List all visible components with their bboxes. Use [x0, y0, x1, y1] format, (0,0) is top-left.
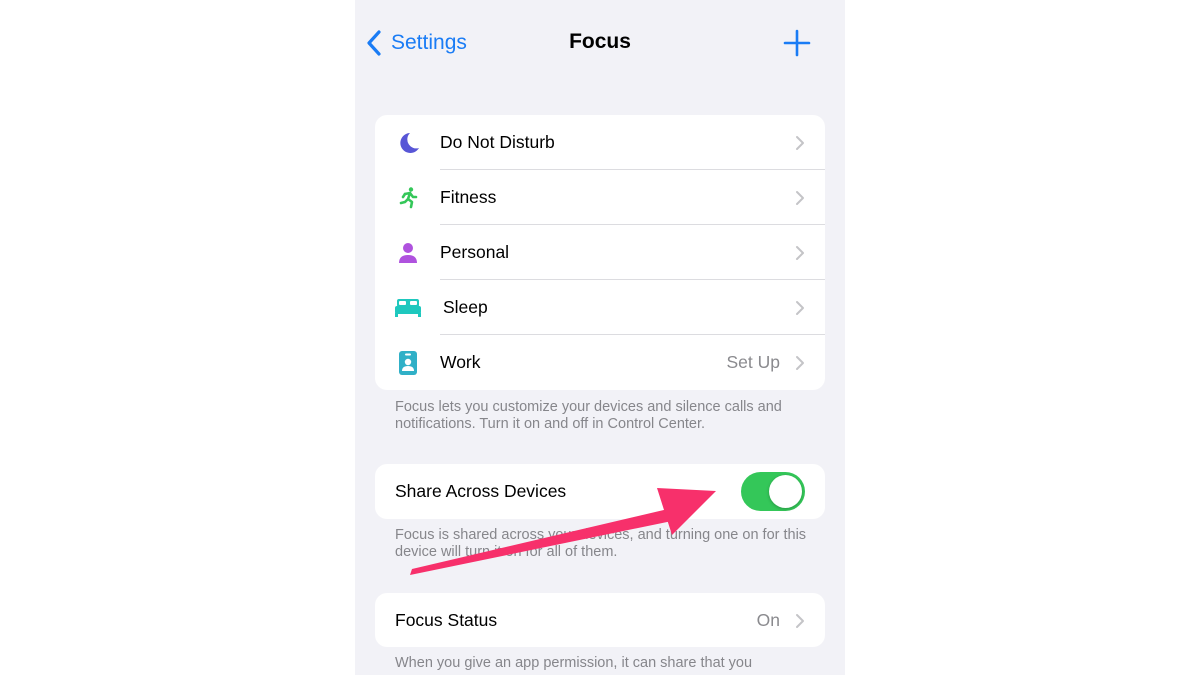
- list-item-label: Work: [440, 352, 481, 372]
- list-item-fitness[interactable]: Fitness: [375, 170, 825, 225]
- running-figure-icon: [395, 185, 421, 211]
- focus-modes-list: Do Not Disturb Fitness Personal Sleep Wo…: [375, 115, 825, 390]
- focus-status-value: On: [756, 610, 780, 630]
- chevron-right-icon: [796, 191, 804, 205]
- focus-status-description: When you give an app permission, it can …: [395, 655, 753, 671]
- focus-status-row[interactable]: Focus Status On: [375, 593, 825, 647]
- share-across-devices-group: Share Across Devices: [375, 464, 825, 519]
- focus-status-label: Focus Status: [395, 610, 498, 630]
- chevron-right-icon: [796, 614, 804, 628]
- focus-description: Focus lets you customize your devices an…: [395, 399, 782, 432]
- bed-icon: [393, 295, 423, 321]
- share-across-devices-row: Share Across Devices: [375, 464, 825, 519]
- list-item-work[interactable]: Work Set Up: [375, 335, 825, 390]
- chevron-right-icon: [796, 301, 804, 315]
- chevron-right-icon: [796, 136, 804, 150]
- chevron-right-icon: [796, 246, 804, 260]
- list-item-label: Sleep: [443, 297, 488, 317]
- list-item-label: Do Not Disturb: [440, 132, 555, 152]
- id-badge-icon: [395, 350, 421, 376]
- navigation-bar: Settings Focus: [355, 0, 845, 86]
- page-title: Focus: [569, 30, 631, 53]
- setup-status: Set Up: [726, 352, 781, 372]
- share-across-devices-label: Share Across Devices: [395, 481, 567, 501]
- share-description: Focus is shared across your devices, and…: [395, 527, 807, 560]
- toggle-knob: [769, 475, 802, 508]
- list-item-do-not-disturb[interactable]: Do Not Disturb: [375, 115, 825, 170]
- moon-icon: [395, 130, 421, 156]
- list-item-label: Personal: [440, 242, 510, 262]
- settings-screen: Settings Focus Do Not Disturb Fitness Pe…: [355, 0, 845, 675]
- list-item-personal[interactable]: Personal: [375, 225, 825, 280]
- list-item-sleep[interactable]: Sleep: [375, 280, 825, 335]
- share-across-devices-toggle[interactable]: [741, 472, 805, 511]
- list-item-label: Fitness: [440, 187, 497, 207]
- chevron-right-icon: [796, 356, 804, 370]
- person-icon: [395, 240, 421, 266]
- focus-status-group: Focus Status On: [375, 593, 825, 647]
- plus-icon[interactable]: [783, 29, 811, 57]
